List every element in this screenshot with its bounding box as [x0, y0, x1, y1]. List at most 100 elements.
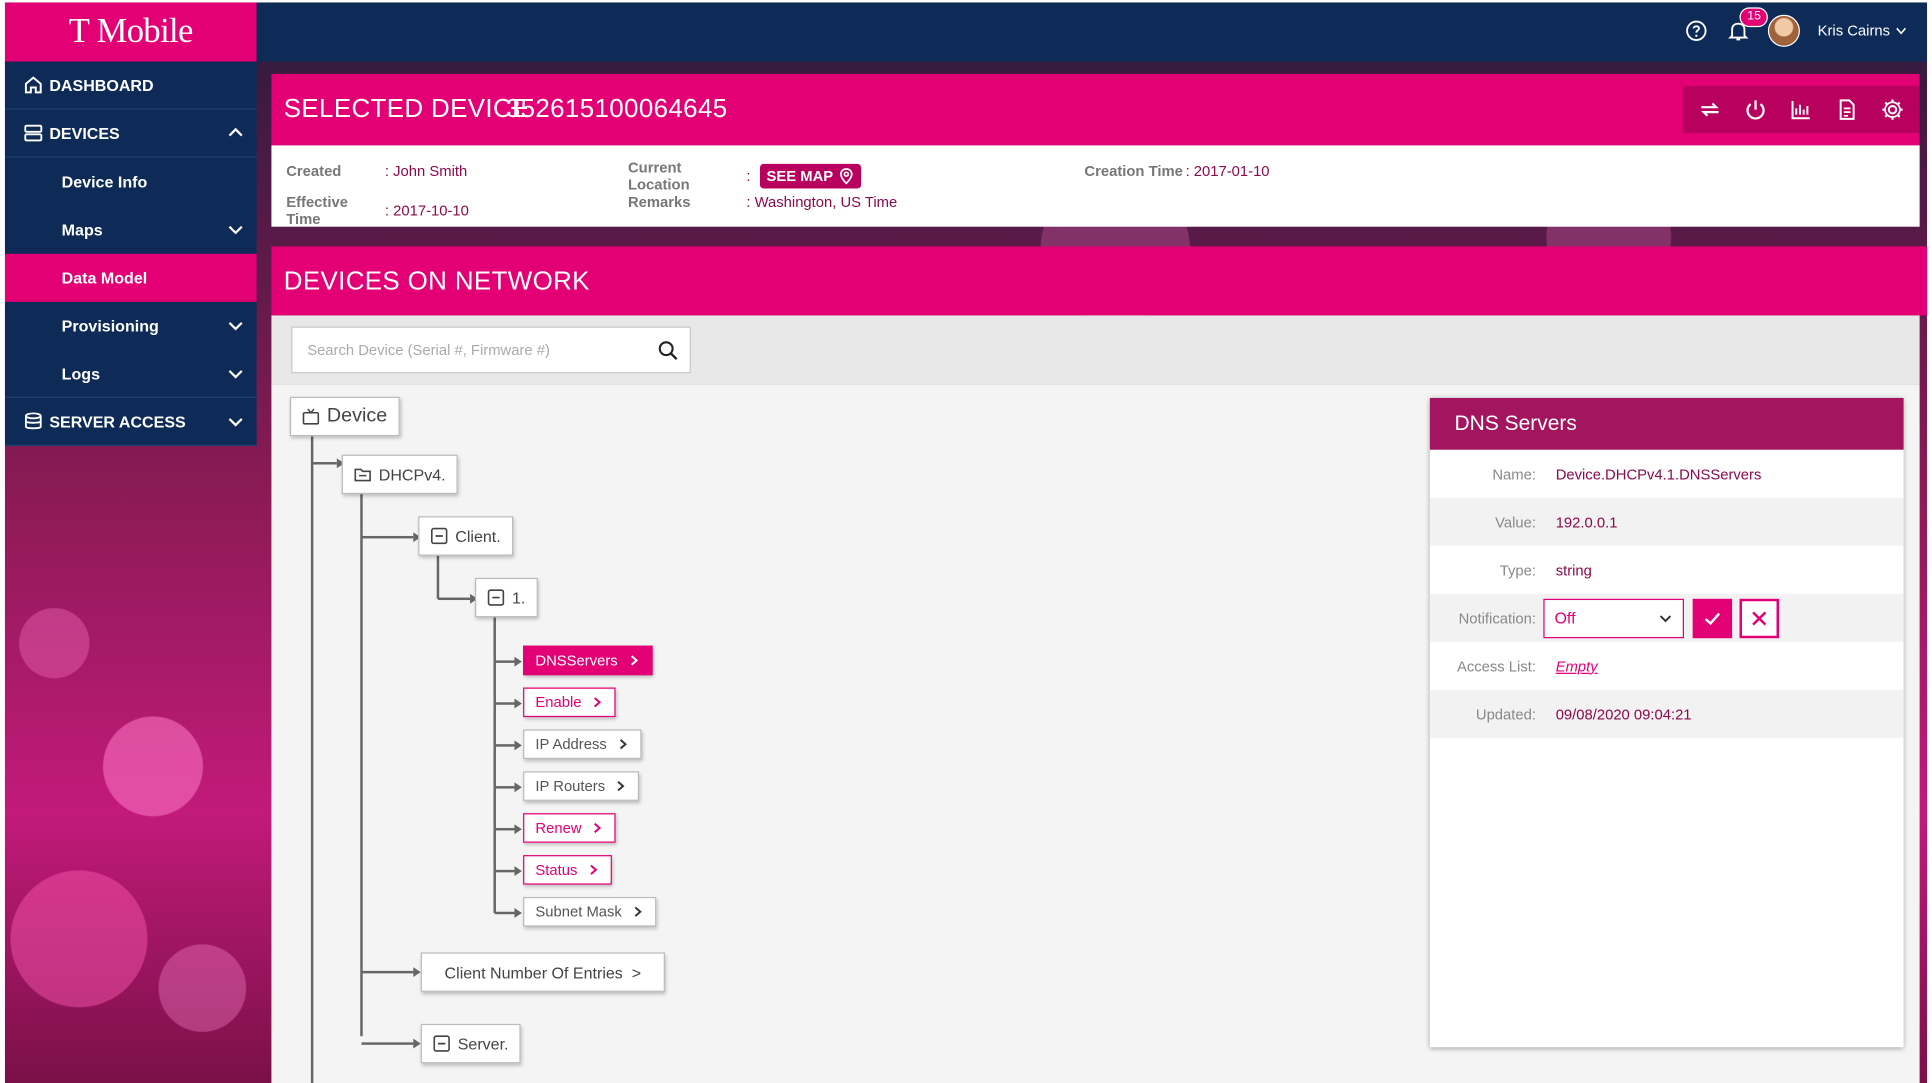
chevron-down-icon[interactable] [1895, 25, 1907, 37]
cancel-button[interactable] [1739, 598, 1779, 638]
chevron-right-icon [630, 655, 638, 666]
sidebar-item-label: DEVICES [49, 123, 120, 143]
chevron-right-icon [619, 739, 627, 750]
tree-connector [361, 1042, 414, 1045]
search-input[interactable] [292, 327, 646, 373]
remarks-value: : Washington, US Time [746, 193, 898, 211]
tree-node-server[interactable]: Server. [420, 1023, 521, 1064]
tree-arrow [514, 782, 522, 793]
confirm-button[interactable] [1692, 598, 1733, 638]
sidebar-item-dashboard[interactable]: DASHBOARD [4, 62, 257, 110]
remarks-row: Remarks : Washington, US Time [628, 193, 897, 210]
tree-connector [312, 462, 337, 465]
power-icon[interactable] [1742, 96, 1769, 123]
chart-icon[interactable] [1788, 96, 1815, 123]
creation-time-value: : 2017-01-10 [1185, 162, 1270, 180]
sidebar: T Mobile DASHBOARD DEVICES Device Info M… [4, 2, 257, 1083]
sidebar-item-devices[interactable]: DEVICES [4, 110, 257, 158]
devices-on-network-title: DEVICES ON NETWORK [283, 267, 590, 296]
creation-time-row: Creation Time : 2017-01-10 [1084, 163, 1269, 180]
help-icon[interactable] [1684, 18, 1709, 43]
check-icon [1704, 612, 1721, 625]
chevron-down-icon[interactable] [227, 317, 244, 334]
chevron-right-icon [594, 697, 602, 708]
sidebar-item-provisioning[interactable]: Provisioning [5, 302, 257, 350]
tree-leaf-label: DNSServers [535, 651, 618, 670]
sidebar-item-device-info[interactable]: Device Info [5, 158, 257, 206]
collapse-icon [487, 589, 505, 606]
chevron-right-icon [594, 822, 602, 834]
search-box [291, 326, 691, 374]
chevron-up-icon[interactable] [227, 124, 244, 141]
sync-icon[interactable] [1697, 96, 1724, 123]
bell-icon[interactable]: 15 [1726, 7, 1769, 43]
location-separator: : [746, 167, 751, 185]
sidebar-item-maps[interactable]: Maps [5, 206, 257, 254]
tree-connector [436, 555, 440, 599]
tree-connector [494, 786, 515, 789]
notification-value: Off [1554, 608, 1576, 628]
tree-arrow [514, 698, 522, 709]
detail-row-notification: Notification: Off [1429, 593, 1904, 642]
chevron-right-icon [590, 864, 598, 875]
tree-leaf-status[interactable]: Status [523, 855, 612, 885]
tree-connector [361, 535, 414, 539]
chevron-down-icon [1659, 614, 1672, 622]
detail-value: 09/08/2020 09:04:21 [1555, 705, 1692, 723]
detail-value: Device.DHCPv4.1.DNSServers [1555, 465, 1762, 483]
tree-leaf-ip-address[interactable]: IP Address [523, 729, 642, 759]
sidebar-item-logs[interactable]: Logs [4, 350, 257, 398]
tree-leaf-enable[interactable]: Enable [523, 687, 617, 718]
tree-connector [494, 744, 515, 747]
see-map-label: SEE MAP [766, 167, 834, 185]
gear-icon[interactable] [1878, 96, 1905, 123]
tree-leaf-label: IP Address [535, 735, 607, 753]
creation-time-label: Creation Time [1084, 162, 1183, 180]
detail-label: Updated: [1475, 705, 1536, 723]
tree-arrow [413, 967, 421, 978]
avatar[interactable] [1768, 14, 1801, 47]
current-location-label: Current Location [627, 158, 690, 194]
tree-connector [437, 597, 471, 601]
tree-leaf-label: Status [535, 861, 578, 879]
tree-leaf-label: Renew [535, 819, 582, 837]
detail-label: Value: [1495, 513, 1536, 531]
collapse-icon [433, 1035, 450, 1052]
tree-node-client[interactable]: Client. [418, 516, 514, 556]
tree-node-dhcpv4[interactable]: DHCPv4. [341, 454, 458, 495]
sidebar-item-data-model[interactable]: Data Model [4, 253, 257, 302]
remarks-label: Remarks [627, 193, 691, 211]
detail-title: DNS Servers [1429, 397, 1904, 450]
document-icon[interactable] [1833, 96, 1860, 123]
chevron-down-icon[interactable] [227, 365, 244, 382]
tree-leaf-subnet-mask[interactable]: Subnet Mask [523, 896, 657, 927]
tree-node-client-number-of-entries[interactable]: Client Number Of Entries > [420, 952, 665, 992]
tmobile-logo: T Mobile [4, 2, 257, 62]
tree-leaf-renew[interactable]: Renew [523, 813, 617, 843]
database-icon [22, 410, 44, 432]
created-row: Created : John Smith [286, 163, 467, 180]
tree-node-1[interactable]: 1. [474, 577, 538, 618]
parameter-detail-panel: DNS Servers Name: Device.DHCPv4.1.DNSSer… [1429, 397, 1904, 1048]
chevron-down-icon[interactable] [227, 413, 244, 430]
map-pin-icon [840, 168, 854, 185]
tree-leaf-ip-routers[interactable]: IP Routers [523, 771, 640, 801]
tree-node-device[interactable]: Device [289, 396, 400, 437]
access-list-link[interactable]: Empty [1556, 657, 1598, 674]
sidebar-item-server-access[interactable]: SERVER ACCESS [4, 398, 257, 447]
see-map-button[interactable]: SEE MAP [760, 163, 862, 189]
device-serial: 352615100064645 [505, 94, 728, 124]
sidebar-item-label: Logs [61, 364, 101, 383]
tree-leaf-dnsservers[interactable]: DNSServers [523, 645, 653, 676]
search-bar [271, 315, 1920, 385]
effective-time-label: Effective Time [286, 193, 348, 228]
chevron-down-icon[interactable] [227, 221, 244, 238]
sidebar-item-label: Device Info [61, 172, 148, 191]
devices-on-network-header: DEVICES ON NETWORK [271, 246, 1928, 316]
search-icon[interactable] [645, 328, 689, 372]
effective-time-row: Effective Time : 2017-10-10 [286, 193, 469, 227]
user-name[interactable]: Kris Cairns [1818, 22, 1890, 39]
detail-row-access-list: Access List: Empty [1430, 642, 1904, 690]
detail-label: Type: [1499, 561, 1536, 579]
notification-select[interactable]: Off [1543, 598, 1685, 638]
